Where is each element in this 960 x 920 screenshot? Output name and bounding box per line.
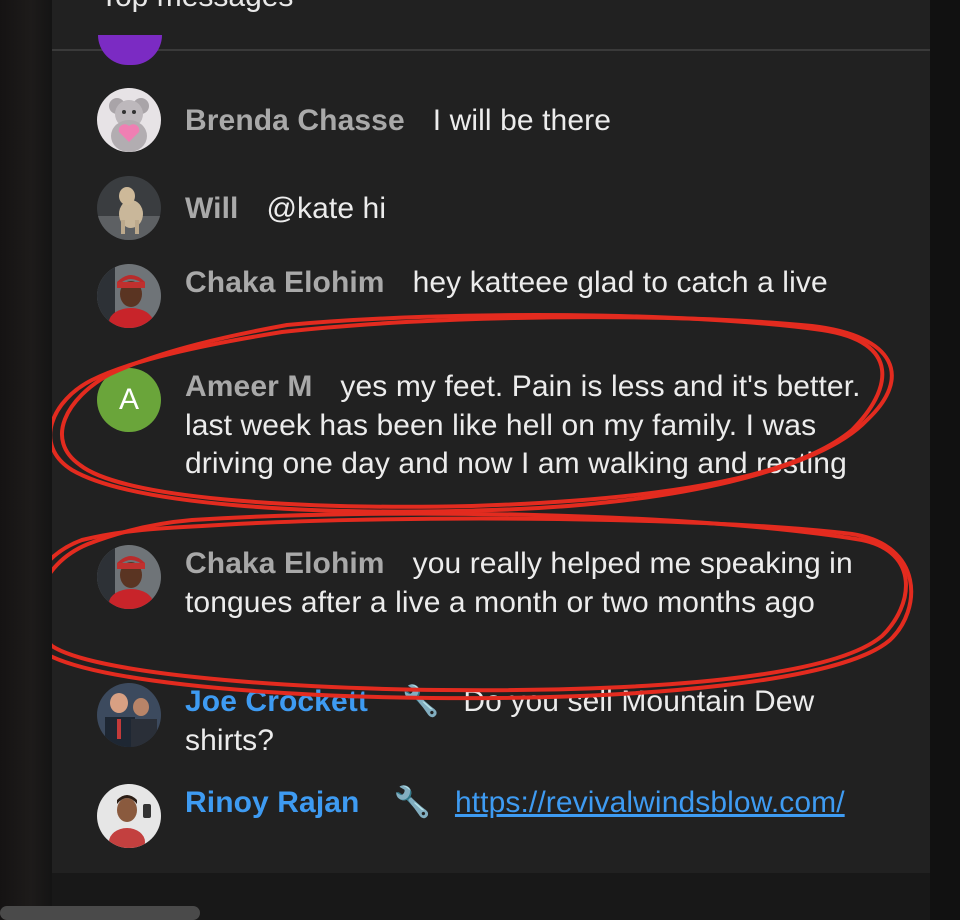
man-selfie-avatar[interactable] [97, 784, 161, 848]
message-body: Joe Crockett 🔧 Do you sell Mountain Dew sh… [185, 683, 875, 760]
message-body: Brenda Chasse I will be there [185, 102, 875, 141]
author-name[interactable]: Brenda Chasse [185, 104, 405, 137]
message-text: I will be there [432, 104, 611, 137]
message-body: Will @kate hi [185, 190, 875, 229]
wrench-icon: 🔧 [393, 786, 431, 819]
panel-title: Top messages [100, 0, 293, 14]
author-name[interactable]: Chaka Elohim [185, 547, 385, 580]
right-edge [930, 0, 960, 920]
message-body: Chaka Elohim you really helped me speakin… [185, 545, 875, 622]
message-body: Chaka Elohim hey katteee glad to catch a … [185, 264, 875, 303]
letter-avatar[interactable]: A [97, 368, 161, 432]
teddy-bear-avatar[interactable] [97, 88, 161, 152]
author-name[interactable]: Joe Crockett [185, 685, 368, 718]
wrench-icon: 🔧 [401, 685, 440, 718]
message-body: Ameer Myes my feet. Pain is less and it'… [185, 368, 875, 484]
dog-avatar[interactable] [97, 176, 161, 240]
message-link[interactable]: https://revivalwindsblow.com/ [455, 786, 845, 819]
top-messages-panel: Top messages Brenda Chasse I will be ther… [52, 0, 930, 873]
chat-message[interactable]: Joe Crockett 🔧 Do you sell Mountain Dew sh… [52, 683, 930, 763]
chat-message[interactable]: Chaka Elohim hey katteee glad to catch a … [52, 264, 930, 344]
author-name[interactable]: Rinoy Rajan [185, 786, 359, 819]
author-name[interactable]: Will [185, 192, 238, 225]
woman-car-avatar[interactable] [97, 545, 161, 609]
left-edge [0, 0, 52, 920]
group-photo-avatar[interactable] [97, 683, 161, 747]
message-body: Rinoy Rajan 🔧 https://revivalwindsblow.com… [185, 784, 875, 823]
woman-car-avatar[interactable] [97, 264, 161, 328]
chat-message[interactable]: A Ameer Myes my feet. Pain is less and i… [52, 368, 930, 518]
chat-message[interactable]: Chaka Elohim you really helped me speakin… [52, 545, 930, 665]
author-name[interactable]: Ameer M [185, 370, 312, 403]
cut-off-avatar [98, 35, 162, 65]
message-text: hey katteee glad to catch a live [412, 266, 828, 299]
chat-message[interactable]: Will @kate hi [52, 176, 930, 246]
horizontal-scrollbar[interactable] [0, 906, 200, 920]
author-name[interactable]: Chaka Elohim [185, 266, 385, 299]
chat-message[interactable]: Brenda Chasse I will be there [52, 88, 930, 158]
panel-header: Top messages [52, 0, 930, 51]
chat-message[interactable]: Rinoy Rajan 🔧 https://revivalwindsblow.com… [52, 784, 930, 864]
message-text: @kate hi [266, 192, 387, 225]
